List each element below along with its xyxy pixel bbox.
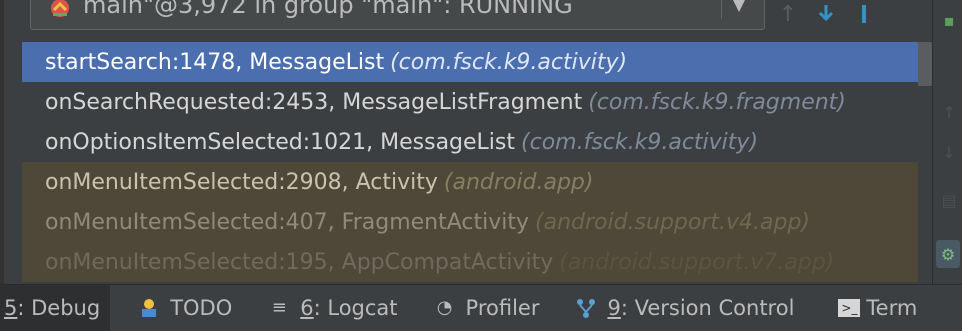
frame-method: onOptionsItemSelected:1021, MessageList — [45, 129, 516, 155]
resume-icon[interactable]: ▪ — [939, 10, 959, 30]
thread-selector-text: main"@3,972 in group "main": RUNNING — [83, 0, 573, 19]
frame-package: (com.fsck.k9.activity) — [521, 129, 759, 155]
version-control-icon — [573, 295, 599, 321]
thread-selector[interactable]: main"@3,972 in group "main": RUNNING ▼ — [30, 0, 765, 30]
tab-debug[interactable]: 5 : Debug — [0, 284, 111, 331]
tool-window-bar: 5 : Debug TODO ≡ 6 : Logcat ◔ Profiler 9… — [0, 284, 962, 331]
frame-package: (android.app) — [443, 169, 594, 195]
tab-logcat[interactable]: ≡ 6 : Logcat — [266, 285, 398, 331]
tab-logcat-label: : Logcat — [313, 295, 398, 320]
left-stripe — [0, 0, 4, 284]
chevron-down-icon[interactable]: ▼ — [721, 0, 756, 19]
down-arrow-icon[interactable]: ↓ — [939, 142, 959, 162]
tab-debug-number: 5 — [4, 295, 18, 320]
profiler-icon: ◔ — [436, 297, 453, 318]
right-tool-panel: ▪ ↑ ↓ ▤ ⚙ — [932, 0, 962, 284]
tab-terminal[interactable]: >_ Term — [838, 285, 917, 331]
todo-icon — [136, 295, 162, 321]
tab-todo[interactable]: TODO — [136, 285, 232, 331]
step-over-icon[interactable]: ↑ — [774, 0, 802, 28]
tab-terminal-label: Term — [866, 295, 918, 320]
tab-logcat-number: 6 — [300, 295, 314, 320]
scrollbar-thumb[interactable] — [918, 42, 932, 86]
tab-debug-label: : Debug — [17, 295, 101, 320]
frames-list: startSearch:1478, MessageList (com.fsck.… — [22, 42, 918, 284]
frame-package: (android.support.v7.app) — [559, 249, 835, 275]
frame-package: (com.fsck.k9.fragment) — [588, 89, 846, 115]
frame-row[interactable]: onMenuItemSelected:195, AppCompatActivit… — [22, 242, 918, 282]
filter-icon[interactable]: ▤ — [939, 190, 959, 210]
frame-method: onMenuItemSelected:2908, Activity — [45, 169, 438, 195]
frame-method: onMenuItemSelected:195, AppCompatActivit… — [45, 249, 554, 275]
up-arrow-icon[interactable]: ↑ — [939, 102, 959, 122]
restore-layout-icon[interactable]: ⚙ — [936, 240, 960, 268]
tab-version-control-label: : Version Control — [620, 295, 795, 320]
frame-package: (com.fsck.k9.activity) — [390, 49, 628, 75]
frame-row[interactable]: onSearchRequested:2453, MessageListFragm… — [22, 82, 918, 122]
frame-method: startSearch:1478, MessageList — [45, 49, 385, 75]
force-step-into-icon[interactable] — [850, 0, 878, 28]
debug-toolbar: main"@3,972 in group "main": RUNNING ▼ ↑ — [22, 0, 942, 34]
frame-package: (android.support.v4.app) — [535, 209, 811, 235]
terminal-icon: >_ — [838, 298, 861, 317]
thread-icon — [51, 0, 69, 17]
logcat-icon: ≡ — [271, 297, 287, 318]
frame-row[interactable]: onOptionsItemSelected:1021, MessageList … — [22, 122, 918, 162]
step-into-icon[interactable] — [812, 0, 840, 28]
tab-profiler[interactable]: ◔ Profiler — [432, 285, 540, 331]
frames-scrollbar[interactable] — [918, 42, 932, 284]
frame-row[interactable]: startSearch:1478, MessageList (com.fsck.… — [22, 42, 918, 82]
frame-row[interactable]: onMenuItemSelected:2908, Activity (andro… — [22, 162, 918, 202]
tab-todo-label: TODO — [170, 295, 233, 320]
frame-method: onSearchRequested:2453, MessageListFragm… — [45, 89, 583, 115]
tab-version-control[interactable]: 9 : Version Control — [573, 285, 794, 331]
tab-profiler-label: Profiler — [465, 295, 540, 320]
frame-method: onMenuItemSelected:407, FragmentActivity — [45, 209, 529, 235]
tab-version-control-number: 9 — [607, 295, 621, 320]
frame-row[interactable]: onMenuItemSelected:407, FragmentActivity… — [22, 202, 918, 242]
